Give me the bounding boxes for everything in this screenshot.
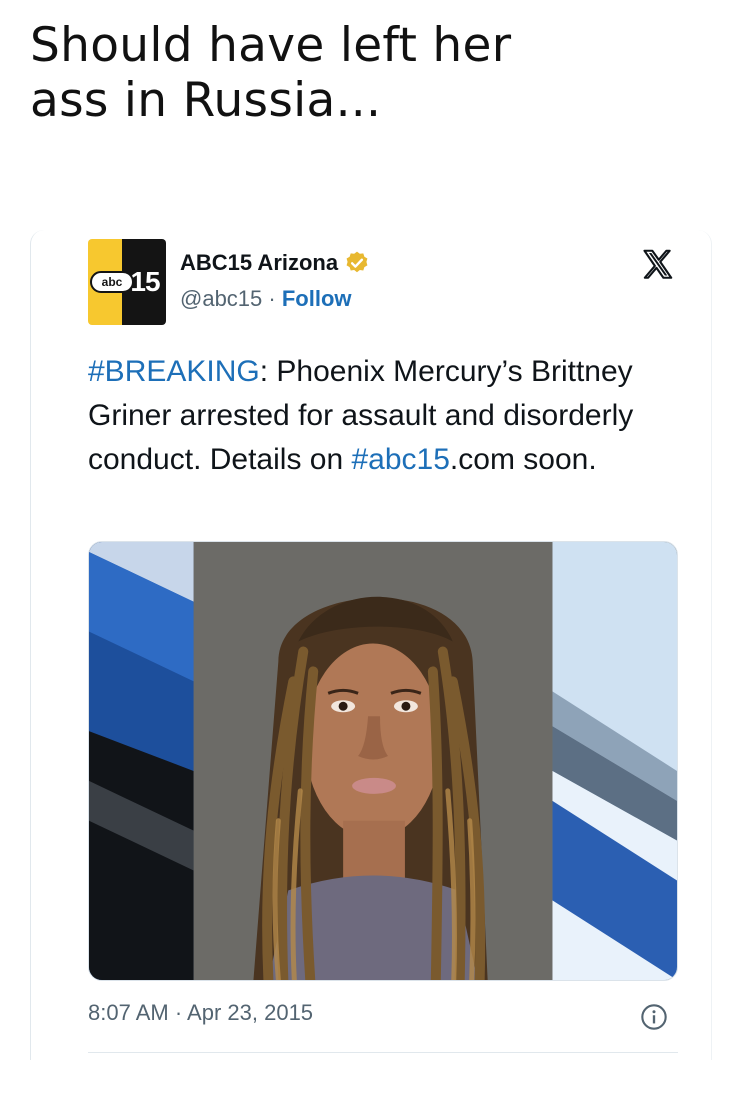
mugshot-image: [89, 542, 677, 980]
verified-badge-icon: [346, 251, 368, 273]
author-handle[interactable]: @abc15: [180, 286, 262, 311]
hashtag-abc15[interactable]: #abc15: [351, 443, 449, 476]
card-divider: [88, 1052, 678, 1053]
meme-caption: Should have left her ass in Russia...: [30, 18, 710, 128]
caption-line-2: ass in Russia...: [30, 73, 382, 128]
hashtag-breaking[interactable]: #BREAKING: [88, 355, 260, 388]
abc-badge: abc: [90, 271, 134, 293]
info-icon[interactable]: [640, 1003, 668, 1031]
handle-row: @abc15 · Follow: [180, 286, 352, 312]
caption-line-1: Should have left her: [30, 18, 512, 73]
tweet-media-photo[interactable]: [88, 541, 678, 981]
follow-button[interactable]: Follow: [282, 286, 352, 311]
tweet-body-tail: .com soon.: [449, 443, 597, 476]
separator: ·: [262, 286, 282, 311]
author-row[interactable]: ABC15 Arizona: [180, 250, 370, 276]
author-name[interactable]: ABC15 Arizona: [180, 250, 338, 276]
abc15-avatar[interactable]: abc 15: [88, 239, 166, 325]
tweet-body: #BREAKING: Phoenix Mercury’s Brittney Gr…: [88, 350, 688, 482]
x-logo-icon[interactable]: [638, 247, 678, 283]
tweet-timestamp[interactable]: 8:07 AM · Apr 23, 2015: [88, 1000, 313, 1026]
